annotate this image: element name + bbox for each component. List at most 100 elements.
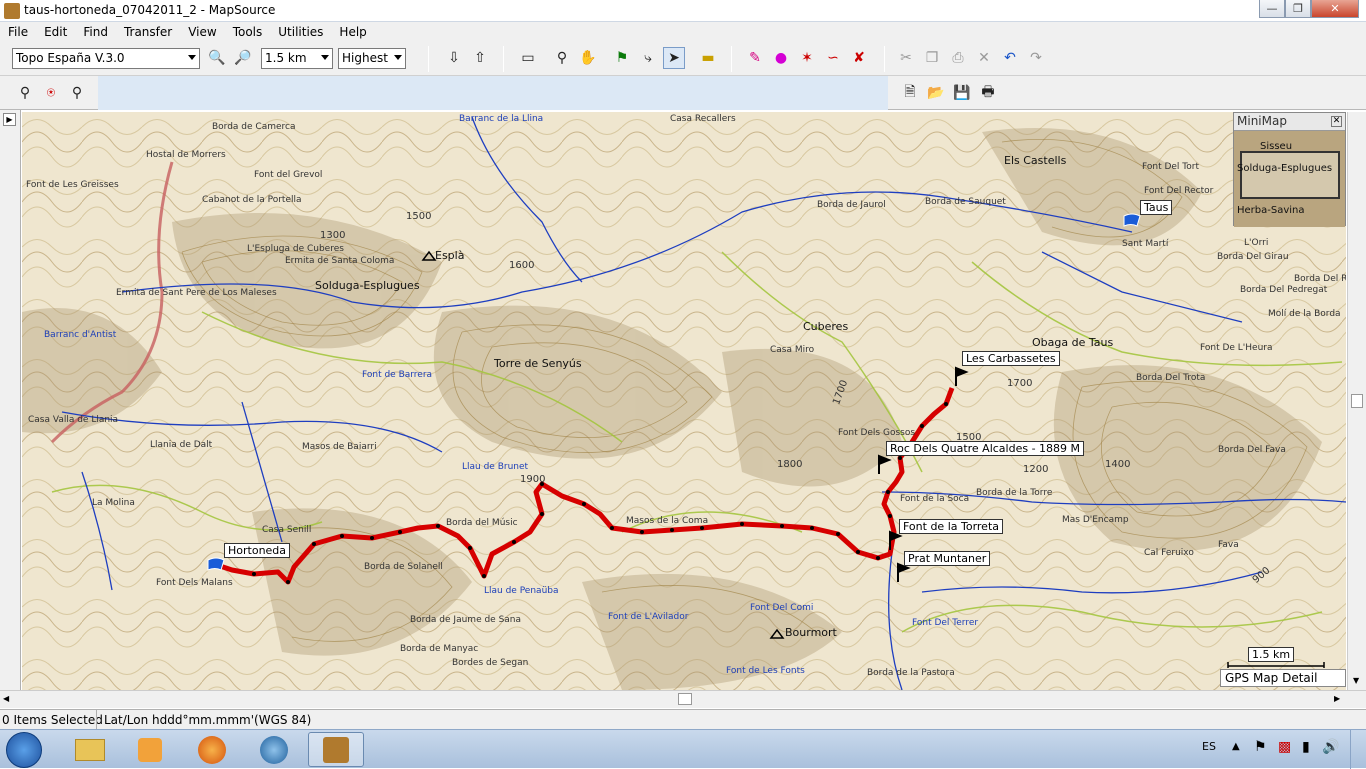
delete-icon[interactable]: ✕ bbox=[973, 47, 995, 69]
secondary-toolbar: ⚲ ⍟ ⚲ 🗎 📂 💾 🖶 bbox=[0, 76, 1366, 110]
minimize-button[interactable]: — bbox=[1259, 0, 1285, 18]
menu-find[interactable]: Find bbox=[75, 25, 116, 39]
show-hidden-icons-icon[interactable]: ▲ bbox=[1232, 741, 1240, 752]
menu-file[interactable]: File bbox=[0, 25, 36, 39]
find-icon[interactable]: ⚲ bbox=[14, 82, 36, 104]
vertical-scrollbar[interactable]: ▼ bbox=[1347, 112, 1366, 690]
open-file-icon[interactable]: 📂 bbox=[925, 82, 947, 104]
distance-tool-icon[interactable]: ▬ bbox=[697, 47, 719, 69]
scroll-left-icon[interactable]: ◀ bbox=[3, 694, 9, 703]
place-label: Masos de la Coma bbox=[626, 516, 709, 526]
place-label: Cabanot de la Portella bbox=[202, 195, 302, 205]
map-view[interactable]: Borda de Camerca Hostal de Morrers Font … bbox=[22, 112, 1346, 690]
copy-icon[interactable]: ❐ bbox=[921, 47, 943, 69]
spring-label: Font De L'Heura bbox=[1200, 343, 1273, 353]
eraser-icon[interactable]: ● bbox=[770, 47, 792, 69]
place-label: Cal Feruixo bbox=[1144, 548, 1194, 558]
horizontal-scrollbar[interactable]: ◀ ▶ bbox=[0, 690, 1366, 708]
zoom-out-icon[interactable]: 🔎 bbox=[232, 47, 254, 69]
print-icon[interactable]: 🖶 bbox=[977, 82, 999, 104]
summit-label: Bourmort bbox=[785, 626, 837, 639]
new-file-icon[interactable]: 🗎 bbox=[899, 82, 921, 104]
coordinate-format: Lat/Lon hddd°mm.mmm'(WGS 84) bbox=[104, 713, 312, 727]
minimap-viewport-box[interactable] bbox=[1240, 151, 1340, 199]
spring-label: Font de la Soca bbox=[900, 494, 970, 504]
waypoint-label-font-de-la-torreta[interactable]: Font de la Torreta bbox=[899, 519, 1003, 534]
language-indicator[interactable]: ES bbox=[1202, 740, 1216, 753]
split-track-icon[interactable]: ✘ bbox=[848, 47, 870, 69]
expand-panel-button[interactable]: ▶ bbox=[3, 113, 16, 126]
send-to-device-icon[interactable]: ⇧ bbox=[469, 47, 491, 69]
receive-from-device-icon[interactable]: ⇩ bbox=[443, 47, 465, 69]
action-center-flag-icon[interactable]: ⚑ bbox=[1254, 739, 1267, 755]
network-icon[interactable]: ▩ bbox=[1278, 739, 1291, 755]
detail-select[interactable]: Highest bbox=[338, 48, 406, 69]
waypoint-label-prat-muntaner[interactable]: Prat Muntaner bbox=[904, 551, 991, 566]
window-title: taus-hortoneda_07042011_2 - MapSource bbox=[24, 3, 276, 17]
zoom-in-icon[interactable]: 🔍 bbox=[206, 47, 228, 69]
waypoint-label-taus[interactable]: Taus bbox=[1140, 200, 1173, 215]
scroll-right-icon[interactable]: ▶ bbox=[1334, 694, 1340, 703]
track-draw-icon[interactable]: ✎ bbox=[744, 47, 766, 69]
undo-icon[interactable]: ↶ bbox=[999, 47, 1021, 69]
redo-icon[interactable]: ↷ bbox=[1025, 47, 1047, 69]
map-product-select[interactable]: Topo España V.3.0 bbox=[12, 48, 200, 69]
close-button[interactable]: ✕ bbox=[1311, 0, 1359, 18]
minimap-view[interactable]: Solduga-Esplugues Herba-Savina Sisseu bbox=[1234, 131, 1345, 227]
place-label: Els Castells bbox=[1004, 154, 1067, 167]
place-label: Borda de Solanell bbox=[364, 562, 443, 572]
minimap-panel[interactable]: MiniMap ✕ Solduga-Esplugues Herba-Savina… bbox=[1233, 112, 1346, 227]
explorer-taskbar-icon[interactable] bbox=[62, 732, 118, 767]
show-desktop-button[interactable] bbox=[1350, 730, 1366, 769]
place-label: Borda de Manyac bbox=[400, 644, 479, 654]
vertical-scroll-thumb[interactable] bbox=[1351, 394, 1363, 408]
menu-tools[interactable]: Tools bbox=[225, 25, 271, 39]
place-label: La Molina bbox=[92, 498, 135, 508]
place-label: Casa Senill bbox=[262, 525, 312, 535]
firefox-taskbar-icon[interactable] bbox=[184, 732, 240, 767]
battery-icon[interactable]: ▮ bbox=[1302, 739, 1310, 755]
minimap-close-icon[interactable]: ✕ bbox=[1331, 116, 1342, 127]
maximize-button[interactable]: ❐ bbox=[1285, 0, 1311, 18]
find-place-icon[interactable]: ⚲ bbox=[66, 82, 88, 104]
mapsource-taskbar-icon[interactable] bbox=[308, 732, 364, 767]
place-label: Borda de Jaurol bbox=[817, 200, 886, 210]
map-tool-icon[interactable]: ▭ bbox=[517, 47, 539, 69]
menu-utilities[interactable]: Utilities bbox=[270, 25, 331, 39]
join-track-icon[interactable]: ∽ bbox=[822, 47, 844, 69]
menu-help[interactable]: Help bbox=[331, 25, 374, 39]
find-nearest-icon[interactable]: ⍟ bbox=[40, 82, 62, 104]
thunderbird-taskbar-icon[interactable] bbox=[246, 732, 302, 767]
menu-edit[interactable]: Edit bbox=[36, 25, 75, 39]
minimap-title: MiniMap bbox=[1234, 113, 1345, 131]
waypoint-label-hortoneda[interactable]: Hortoneda bbox=[224, 543, 291, 558]
zoom-level-select[interactable]: 1.5 km bbox=[261, 48, 333, 69]
scroll-down-icon[interactable]: ▼ bbox=[1353, 676, 1359, 685]
place-label: Borda del Músic bbox=[446, 518, 518, 528]
place-label: Borda Del Pedregat bbox=[1240, 285, 1328, 295]
volume-icon[interactable]: 🔊 bbox=[1322, 739, 1339, 755]
paste-icon[interactable]: ⎙ bbox=[947, 47, 969, 69]
place-label: Casa Recallers bbox=[670, 114, 736, 124]
waypoint-label-roc-dels-quatre-alcaldes[interactable]: Roc Dels Quatre Alcaldes - 1889 M bbox=[886, 441, 1085, 456]
save-file-icon[interactable]: 💾 bbox=[951, 82, 973, 104]
waypoint-tool-icon[interactable]: ⚑ bbox=[611, 47, 633, 69]
menu-view[interactable]: View bbox=[180, 25, 224, 39]
toolbar-separator bbox=[428, 46, 429, 72]
media-player-taskbar-icon[interactable] bbox=[122, 732, 178, 767]
spring-label: Font de Les Fonts bbox=[726, 666, 805, 676]
waypoint-label-les-carbassetes[interactable]: Les Carbassetes bbox=[962, 351, 1060, 366]
zoom-tool-icon[interactable]: ⚲ bbox=[551, 47, 573, 69]
divide-track-icon[interactable]: ✶ bbox=[796, 47, 818, 69]
elevation-label: 1600 bbox=[509, 260, 535, 271]
pan-hand-icon[interactable]: ✋ bbox=[577, 47, 599, 69]
cut-icon[interactable]: ✂ bbox=[895, 47, 917, 69]
start-button[interactable] bbox=[6, 732, 42, 768]
menu-transfer[interactable]: Transfer bbox=[116, 25, 180, 39]
place-label: Esplà bbox=[435, 249, 465, 262]
horizontal-scroll-thumb[interactable] bbox=[678, 693, 692, 705]
place-label: Cuberes bbox=[803, 320, 849, 333]
place-label: Font de Les Greisses bbox=[26, 180, 119, 190]
selection-tool-icon[interactable]: ➤ bbox=[663, 47, 685, 69]
route-tool-icon[interactable]: ⤷ bbox=[637, 47, 659, 69]
